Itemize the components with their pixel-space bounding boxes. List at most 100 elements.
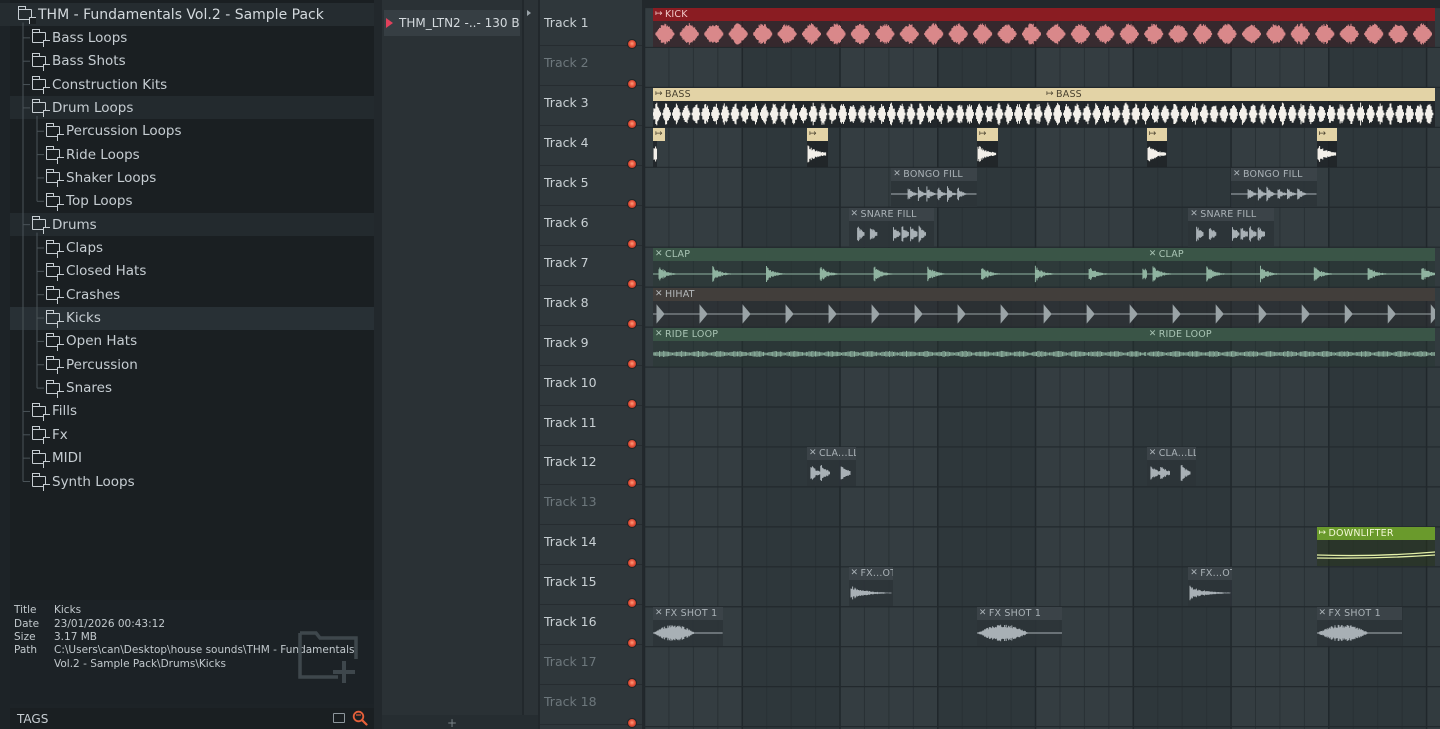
tree-folder-claps[interactable]: Claps <box>10 237 374 260</box>
playlist-clip[interactable]: BONGO FILL ✕ <box>1231 167 1317 207</box>
info-size-value: 3.17 MB <box>54 631 97 643</box>
playlist-clip[interactable]: FX SHOT 1 ✕ <box>1316 607 1403 647</box>
playlist-clip[interactable]: FX...OT✕ <box>848 567 893 607</box>
clip-waveform <box>810 465 851 482</box>
track-header-8[interactable]: Track 8 <box>540 286 642 329</box>
playlist-arrangement[interactable]: KICK ↦ BASS ↦ BASS ↦ ↦ ↦ ↦ ↦ ↦ BONGO FILL ✕ BONGO FIL… <box>644 8 1440 729</box>
playlist-clip[interactable]: ↦ <box>653 127 665 167</box>
track-header-16[interactable]: Track 16 <box>540 605 642 649</box>
playlist-clip[interactable]: ↦ <box>806 127 828 167</box>
clip-x-icon: ✕ <box>1148 328 1157 339</box>
playlist-clip[interactable]: BASS ↦ <box>653 87 1045 127</box>
waveform <box>856 225 926 242</box>
tree-folder-fx[interactable]: Fx <box>10 423 374 446</box>
browser-tree: THM - Fundamentals Vol.2 - Sample Pack Ba… <box>0 0 374 600</box>
playlist-clip[interactable]: ↦ <box>1146 127 1168 167</box>
track-header-3[interactable]: Track 3 <box>540 86 642 129</box>
track-header-17[interactable]: Track 17 <box>540 645 642 689</box>
record-arm-icon[interactable] <box>627 718 637 729</box>
clip-title: FX SHOT 1 <box>653 607 723 621</box>
track-header-7[interactable]: Track 7 <box>540 246 642 289</box>
folder-icon[interactable] <box>333 713 345 723</box>
playlist-clip[interactable]: RIDE LOOP ✕ <box>653 327 1147 367</box>
tree-folder-bass-shots[interactable]: Bass Shots <box>10 50 374 73</box>
track-header-2[interactable]: Track 2 <box>540 46 642 89</box>
track-headers: Track 1 Track 2 Track 3 Track 4 Track 5 Track… <box>540 0 642 729</box>
tree-folder-kicks[interactable]: Kicks <box>10 306 374 330</box>
track-header-9[interactable]: Track 9 <box>540 326 642 369</box>
tree-folder-bass-loops[interactable]: Bass Loops <box>10 26 374 49</box>
track-header-6[interactable]: Track 6 <box>540 206 642 249</box>
track-header-12[interactable]: Track 12 <box>540 445 642 489</box>
playlist-clip[interactable]: CLAP ✕ <box>653 247 1147 287</box>
track-name: Track 13 <box>544 494 597 510</box>
playlist-clip[interactable]: FX...OT✕ <box>1188 567 1233 607</box>
waveform <box>653 102 1043 126</box>
playlist-clip[interactable]: SNARE FILL ✕ <box>848 207 935 247</box>
folder-icon <box>46 239 64 258</box>
track-header-5[interactable]: Track 5 <box>540 166 642 209</box>
tree-folder-top-loops[interactable]: Top Loops <box>10 190 374 213</box>
playlist-clip[interactable]: FX SHOT 1 ✕ <box>653 607 723 647</box>
clip-waveform <box>653 303 1436 324</box>
clip-arrow-icon: ↦ <box>1318 128 1327 139</box>
tree-folder-shaker-loops[interactable]: Shaker Loops <box>10 166 374 189</box>
waveform <box>1146 350 1435 357</box>
tags-bar: TAGS <box>10 708 374 729</box>
clip-title: FX SHOT 1 <box>1316 607 1403 621</box>
scroll-arrow-icon[interactable] <box>527 10 531 16</box>
playlist-clip[interactable]: CLAP ✕ <box>1146 247 1436 287</box>
track-header-11[interactable]: Track 11 <box>540 406 642 449</box>
track-header-18[interactable]: Track 18 <box>540 685 642 729</box>
clip-waveform <box>1316 551 1436 560</box>
playlist-clip[interactable]: DOWNLIFTER ↦ <box>1316 527 1436 567</box>
picker-scrollbar[interactable] <box>524 0 538 715</box>
playlist-clip[interactable]: RIDE LOOP ✕ <box>1146 327 1436 367</box>
folder-icon <box>32 449 50 468</box>
tree-folder-closed-hats[interactable]: Closed Hats <box>10 260 374 283</box>
picker-entry[interactable]: THM_LTN2 -..- 130 BPM <box>384 10 520 36</box>
playlist-clip[interactable]: ↦ <box>1316 127 1338 167</box>
tree-folder-crashes[interactable]: Crashes <box>10 283 374 306</box>
playlist-clip[interactable]: BASS ↦ <box>1044 87 1436 127</box>
track-name: Track 15 <box>544 574 597 590</box>
playlist-clip[interactable]: ↦ <box>976 127 998 167</box>
playlist-clip[interactable]: CLA...LL 2✕ <box>1146 447 1196 487</box>
tree-folder-construction-kits[interactable]: Construction Kits <box>10 73 374 96</box>
clip-title: DOWNLIFTER <box>1316 527 1436 541</box>
playlist-clip[interactable]: CLA...LL 2✕ <box>806 447 856 487</box>
add-to-folder-icon[interactable] <box>298 627 360 685</box>
playlist-clip[interactable]: KICK ↦ <box>653 8 1436 47</box>
tree-folder-synth-loops[interactable]: Synth Loops <box>10 470 374 493</box>
tree-folder-label: Fx <box>52 426 68 443</box>
track-header-10[interactable]: Track 10 <box>540 366 642 409</box>
tree-folder-snares[interactable]: Snares <box>10 377 374 400</box>
tree-folder-fills[interactable]: Fills <box>10 400 374 423</box>
playlist-clip[interactable]: SNARE FILL ✕ <box>1188 207 1274 247</box>
waveform <box>1189 585 1231 601</box>
clip-x-icon: ✕ <box>655 288 663 299</box>
tree-folder-percussion-loops[interactable]: Percussion Loops <box>10 120 374 143</box>
track-header-13[interactable]: Track 13 <box>540 485 642 529</box>
tree-folder-open-hats[interactable]: Open Hats <box>10 330 374 353</box>
tree-folder-ride-loops[interactable]: Ride Loops <box>10 143 374 166</box>
tree-folder-percussion[interactable]: Percussion <box>10 353 374 376</box>
tree-folder-drums[interactable]: Drums <box>10 213 374 237</box>
track-header-1[interactable]: Track 1 <box>540 6 642 49</box>
track-header-15[interactable]: Track 15 <box>540 565 642 609</box>
clip-arrow-icon: ↦ <box>808 128 817 139</box>
tree-folder-label: Closed Hats <box>66 263 147 280</box>
playlist-clip[interactable]: BONGO FILL ✕ <box>891 167 977 207</box>
track-header-4[interactable]: Track 4 <box>540 126 642 169</box>
track-header-14[interactable]: Track 14 <box>540 525 642 569</box>
add-pattern-button[interactable]: + <box>447 716 457 729</box>
clip-waveform <box>1146 350 1435 357</box>
tree-root-folder[interactable]: THM - Fundamentals Vol.2 - Sample Pack <box>0 3 374 26</box>
tree-folder-drum-loops[interactable]: Drum Loops <box>10 96 374 120</box>
clip-x-icon: ✕ <box>1190 208 1198 219</box>
playlist-clip[interactable]: HIHAT ✕ <box>653 287 1436 327</box>
search-icon[interactable] <box>352 710 368 726</box>
tree-folder-midi[interactable]: MIDI <box>10 447 374 470</box>
playlist-clip[interactable]: FX SHOT 1 ✕ <box>976 607 1063 647</box>
tags-label[interactable]: TAGS <box>17 712 48 726</box>
